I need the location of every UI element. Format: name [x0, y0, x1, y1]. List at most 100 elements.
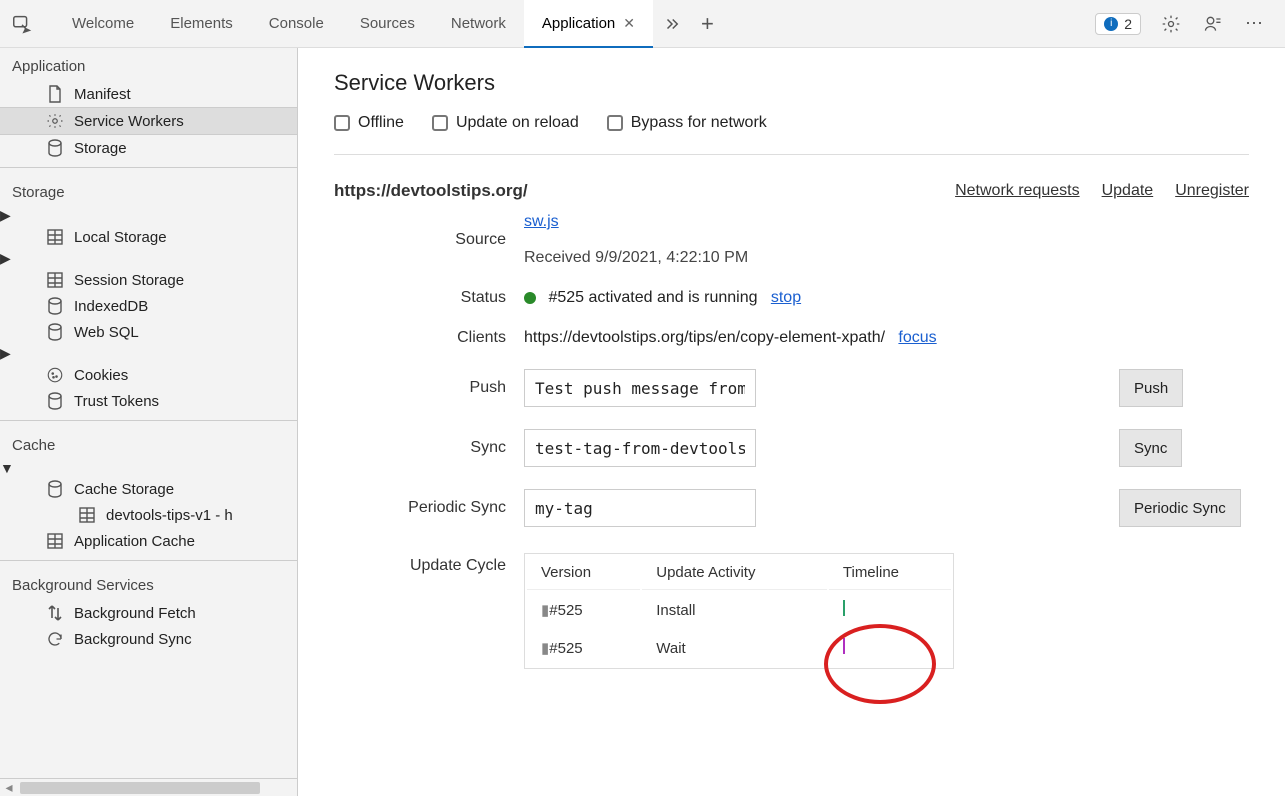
- source-file-link[interactable]: sw.js: [524, 213, 559, 230]
- expand-icon[interactable]: ▶: [0, 250, 11, 266]
- table-row: ▮#525 Install: [527, 592, 951, 628]
- sidebar-item-indexeddb[interactable]: IndexedDB: [0, 293, 297, 319]
- update-link[interactable]: Update: [1102, 182, 1154, 200]
- tab-application[interactable]: Application ✕: [524, 0, 653, 47]
- section-cache: Cache: [0, 427, 297, 460]
- label-sync: Sync: [334, 439, 524, 457]
- expand-icon[interactable]: ▶: [0, 207, 11, 223]
- database-icon: [46, 139, 64, 157]
- sidebar-label: devtools-tips-v1 - h: [106, 507, 233, 524]
- bypass-network-checkbox[interactable]: Bypass for network: [607, 114, 767, 132]
- push-button[interactable]: Push: [1119, 369, 1183, 407]
- top-tab-bar: Welcome Elements Console Sources Network…: [0, 0, 1285, 48]
- grid-icon: [78, 506, 96, 524]
- periodic-sync-input[interactable]: [524, 489, 756, 527]
- th-timeline: Timeline: [829, 556, 951, 590]
- sidebar-item-local-storage[interactable]: Local Storage: [0, 224, 297, 250]
- new-tab-button[interactable]: +: [691, 0, 724, 47]
- feedback-icon[interactable]: [1201, 12, 1225, 36]
- database-icon: [46, 323, 64, 341]
- status-text: #525 activated and is running: [548, 289, 757, 306]
- sidebar-label: Session Storage: [74, 272, 184, 289]
- tab-sources[interactable]: Sources: [342, 0, 433, 47]
- stop-link[interactable]: stop: [771, 289, 801, 306]
- close-icon[interactable]: ✕: [623, 15, 635, 32]
- table-row: ▮#525 Wait: [527, 630, 951, 666]
- sidebar-label: Service Workers: [74, 113, 184, 130]
- tab-elements[interactable]: Elements: [152, 0, 251, 47]
- topbar-right: i 2 ⋯: [1085, 12, 1277, 36]
- sidebar-item-background-fetch[interactable]: Background Fetch: [0, 600, 297, 626]
- sidebar-item-background-sync[interactable]: Background Sync: [0, 626, 297, 652]
- sidebar-horizontal-scrollbar[interactable]: ◂: [0, 778, 297, 796]
- sidebar-item-websql[interactable]: Web SQL: [0, 319, 297, 345]
- sync-button[interactable]: Sync: [1119, 429, 1182, 467]
- sidebar-label: Web SQL: [74, 324, 139, 341]
- sidebar-item-application-cache[interactable]: Application Cache: [0, 528, 297, 554]
- more-tabs-button[interactable]: [653, 0, 691, 47]
- th-activity: Update Activity: [642, 556, 827, 590]
- sync-icon: [46, 630, 64, 648]
- tab-network[interactable]: Network: [433, 0, 524, 47]
- focus-link[interactable]: focus: [898, 329, 936, 346]
- gear-icon[interactable]: [1159, 12, 1183, 36]
- checkbox-icon: [334, 115, 350, 131]
- timeline-bar: [843, 638, 845, 654]
- sidebar-item-service-workers[interactable]: Service Workers: [0, 107, 297, 135]
- sidebar-label: Local Storage: [74, 229, 167, 246]
- more-menu-icon[interactable]: ⋯: [1243, 12, 1267, 36]
- periodic-sync-button[interactable]: Periodic Sync: [1119, 489, 1241, 527]
- sidebar-item-trust-tokens[interactable]: Trust Tokens: [0, 388, 297, 414]
- inspect-icon[interactable]: [8, 10, 36, 38]
- expand-icon[interactable]: ▶: [0, 345, 11, 361]
- sidebar-item-storage[interactable]: Storage: [0, 135, 297, 161]
- label-push: Push: [334, 379, 524, 397]
- sidebar-item-cookies[interactable]: Cookies: [0, 362, 297, 388]
- update-cycle-table: Version Update Activity Timeline ▮#525 I…: [524, 553, 954, 669]
- arrows-icon: [46, 604, 64, 622]
- tab-welcome[interactable]: Welcome: [54, 0, 152, 47]
- sidebar-label: Manifest: [74, 86, 131, 103]
- label-periodic-sync: Periodic Sync: [334, 499, 524, 517]
- sw-origin: https://devtoolstips.org/: [334, 181, 528, 201]
- tab-strip: Welcome Elements Console Sources Network…: [54, 0, 1085, 47]
- sidebar-item-session-storage[interactable]: Session Storage: [0, 267, 297, 293]
- sidebar-label: Background Fetch: [74, 605, 196, 622]
- sidebar-label: IndexedDB: [74, 298, 148, 315]
- scroll-thumb[interactable]: [20, 782, 260, 794]
- unregister-link[interactable]: Unregister: [1175, 182, 1249, 200]
- sw-options-row: Offline Update on reload Bypass for netw…: [334, 114, 1249, 155]
- document-icon: [46, 85, 64, 103]
- page-title: Service Workers: [334, 70, 1249, 96]
- th-version: Version: [527, 556, 640, 590]
- tab-application-label: Application: [542, 15, 615, 32]
- tab-console[interactable]: Console: [251, 0, 342, 47]
- offline-checkbox[interactable]: Offline: [334, 114, 404, 132]
- issues-badge[interactable]: i 2: [1095, 13, 1141, 35]
- push-input[interactable]: [524, 369, 756, 407]
- collapse-icon[interactable]: ▼: [0, 460, 14, 476]
- database-icon: [46, 480, 64, 498]
- cookie-icon: [46, 366, 64, 384]
- section-background-services: Background Services: [0, 567, 297, 600]
- scroll-left-icon[interactable]: ◂: [0, 779, 18, 796]
- section-application: Application: [0, 48, 297, 81]
- status-dot-icon: [524, 292, 536, 304]
- label-source: Source: [334, 231, 524, 249]
- sidebar-label: Application Cache: [74, 533, 195, 550]
- checkbox-icon: [432, 115, 448, 131]
- grid-icon: [46, 228, 64, 246]
- sidebar-item-manifest[interactable]: Manifest: [0, 81, 297, 107]
- sidebar-item-cache-storage[interactable]: Cache Storage: [0, 476, 297, 502]
- received-text: Received 9/9/2021, 4:22:10 PM: [524, 249, 748, 266]
- application-sidebar: Application Manifest Service Workers Sto…: [0, 48, 298, 796]
- update-on-reload-checkbox[interactable]: Update on reload: [432, 114, 579, 132]
- network-requests-link[interactable]: Network requests: [955, 182, 1080, 200]
- sync-input[interactable]: [524, 429, 756, 467]
- label-update-cycle: Update Cycle: [334, 549, 524, 575]
- sidebar-item-cache-entry[interactable]: devtools-tips-v1 - h: [0, 502, 297, 528]
- client-url: https://devtoolstips.org/tips/en/copy-el…: [524, 329, 885, 346]
- grid-icon: [46, 532, 64, 550]
- database-icon: [46, 392, 64, 410]
- label-status: Status: [334, 289, 524, 307]
